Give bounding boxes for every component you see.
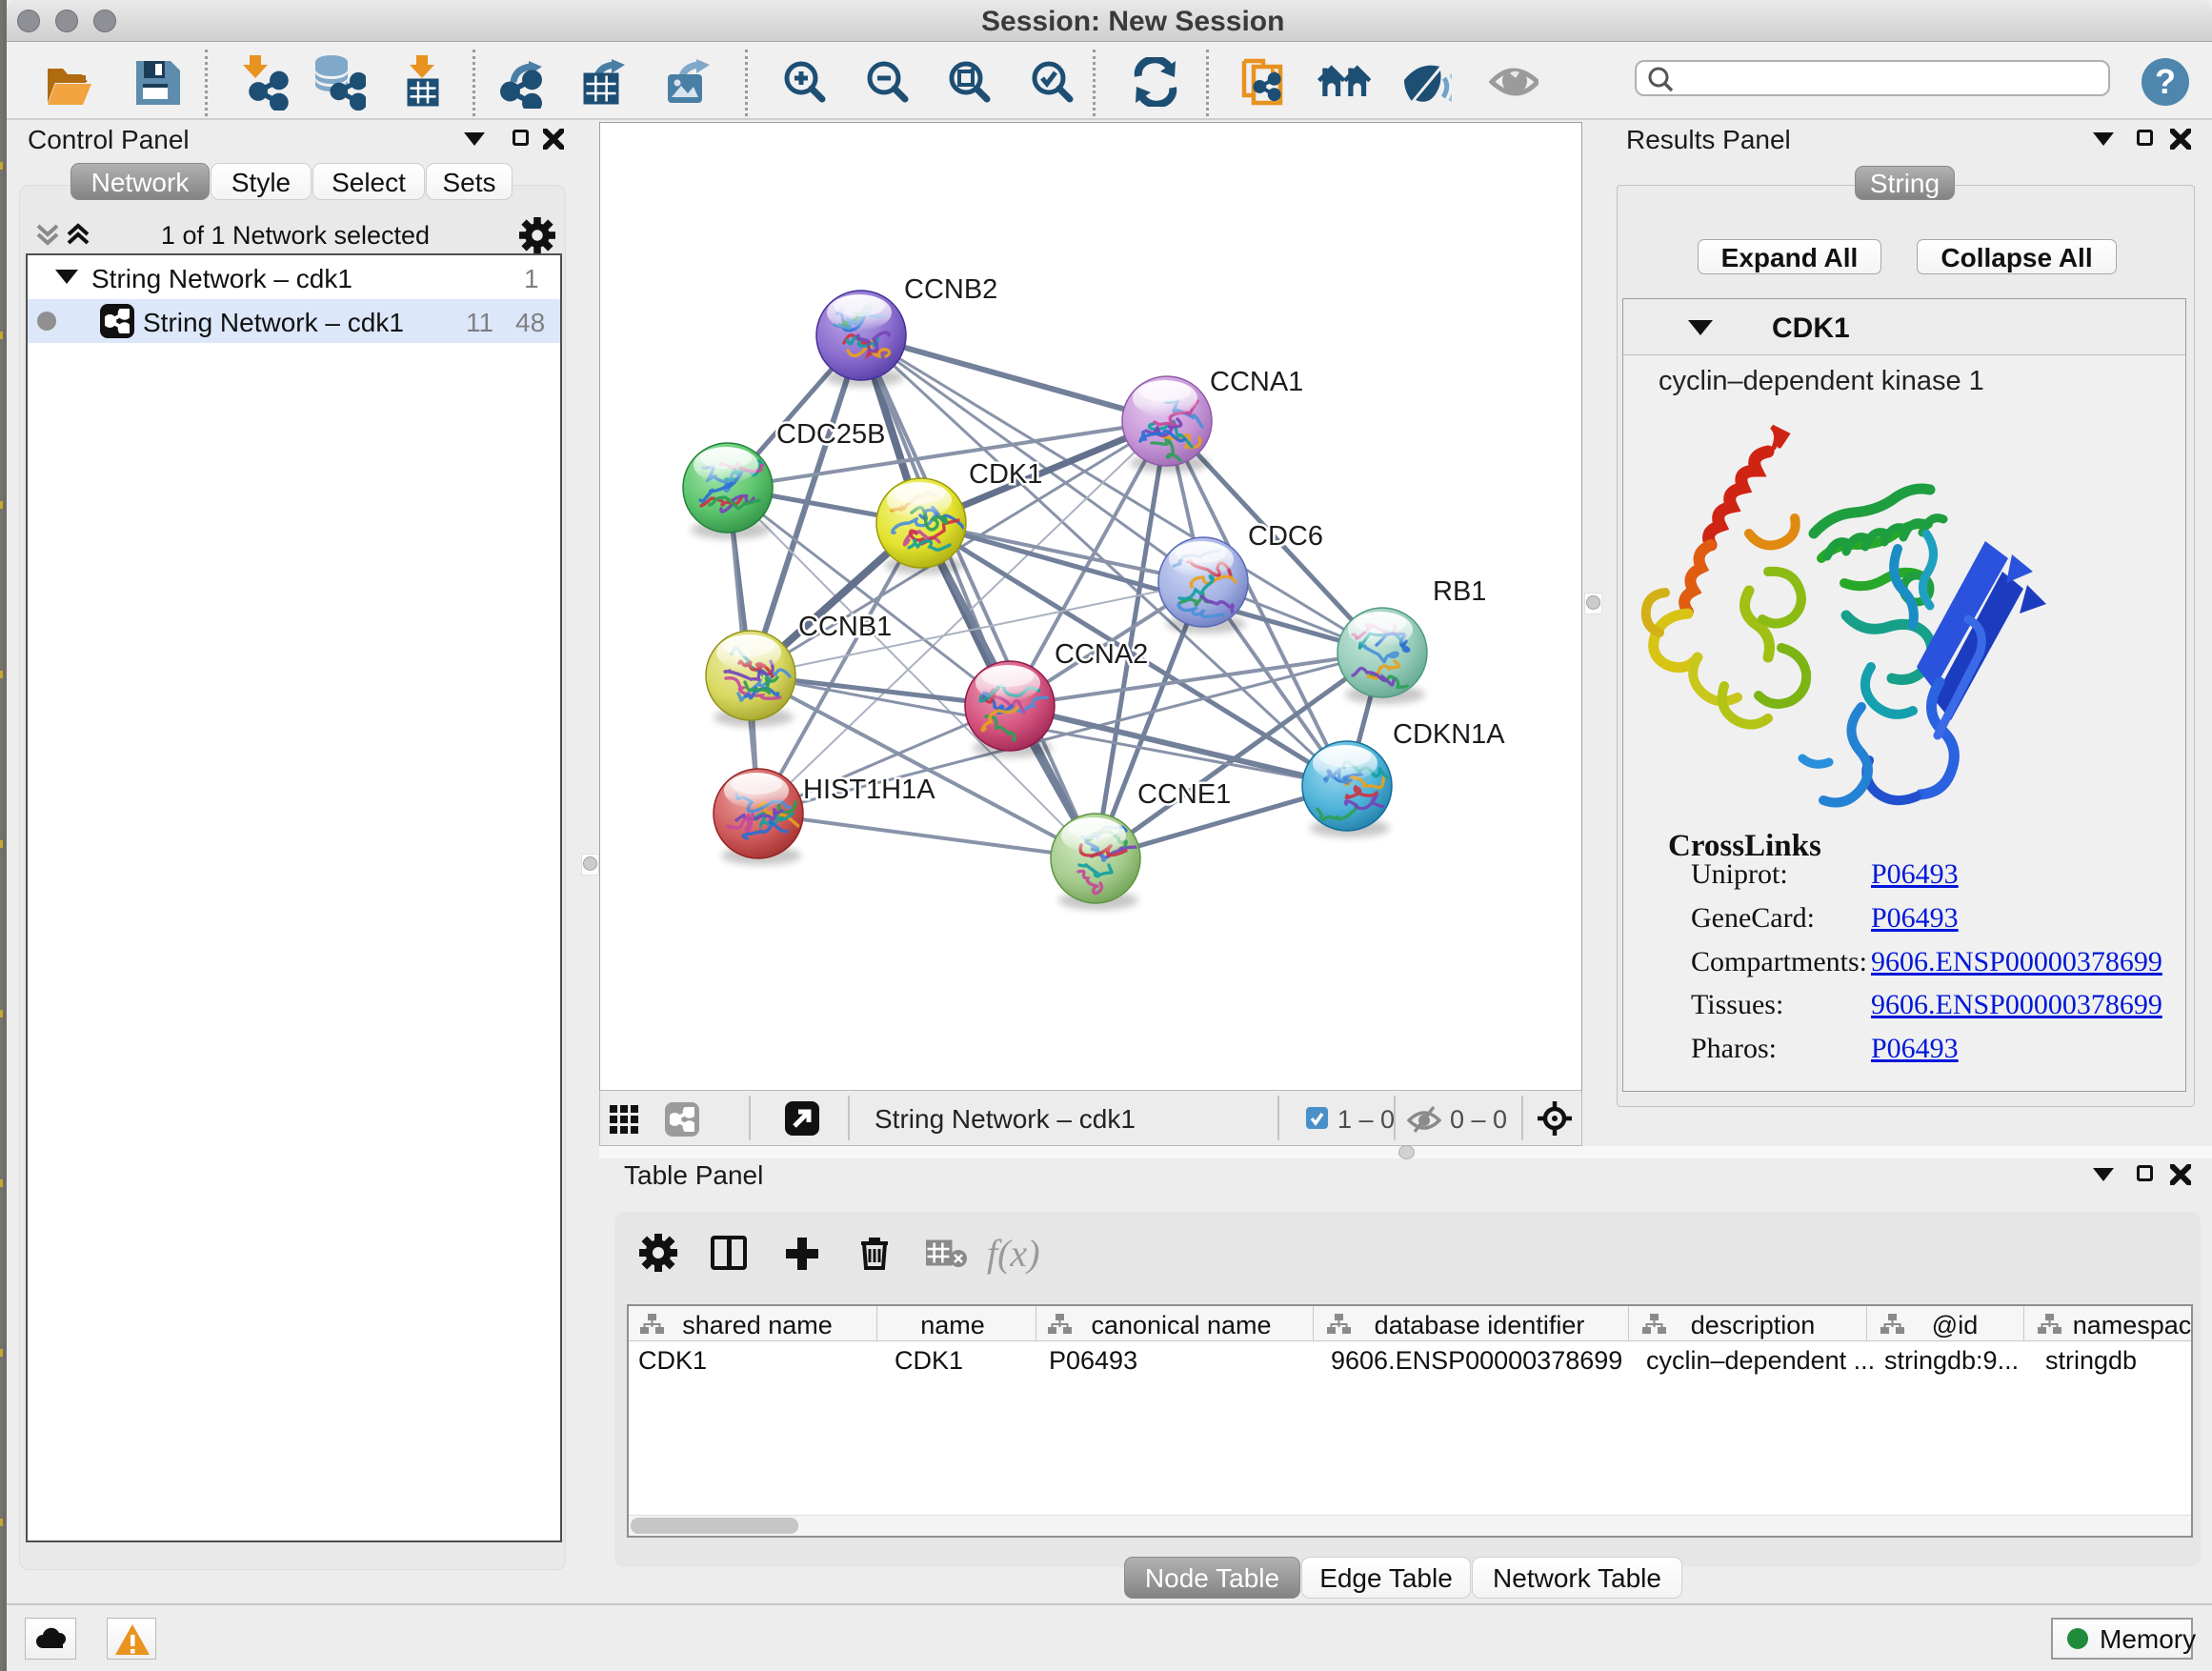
svg-text:CCNB1: CCNB1: [798, 612, 892, 642]
svg-text:CDC25B: CDC25B: [776, 419, 885, 450]
svg-text:CCNB2: CCNB2: [904, 274, 997, 305]
svg-text:CDKN1A: CDKN1A: [1393, 719, 1505, 750]
svg-text:CDK1: CDK1: [969, 459, 1042, 490]
svg-text:CCNA2: CCNA2: [1055, 639, 1148, 670]
svg-text:CDC6: CDC6: [1248, 521, 1323, 552]
svg-text:CCNA1: CCNA1: [1210, 367, 1303, 397]
svg-text:HIST1H1A: HIST1H1A: [803, 775, 935, 805]
svg-text:CCNE1: CCNE1: [1137, 779, 1231, 810]
svg-text:RB1: RB1: [1433, 576, 1486, 607]
